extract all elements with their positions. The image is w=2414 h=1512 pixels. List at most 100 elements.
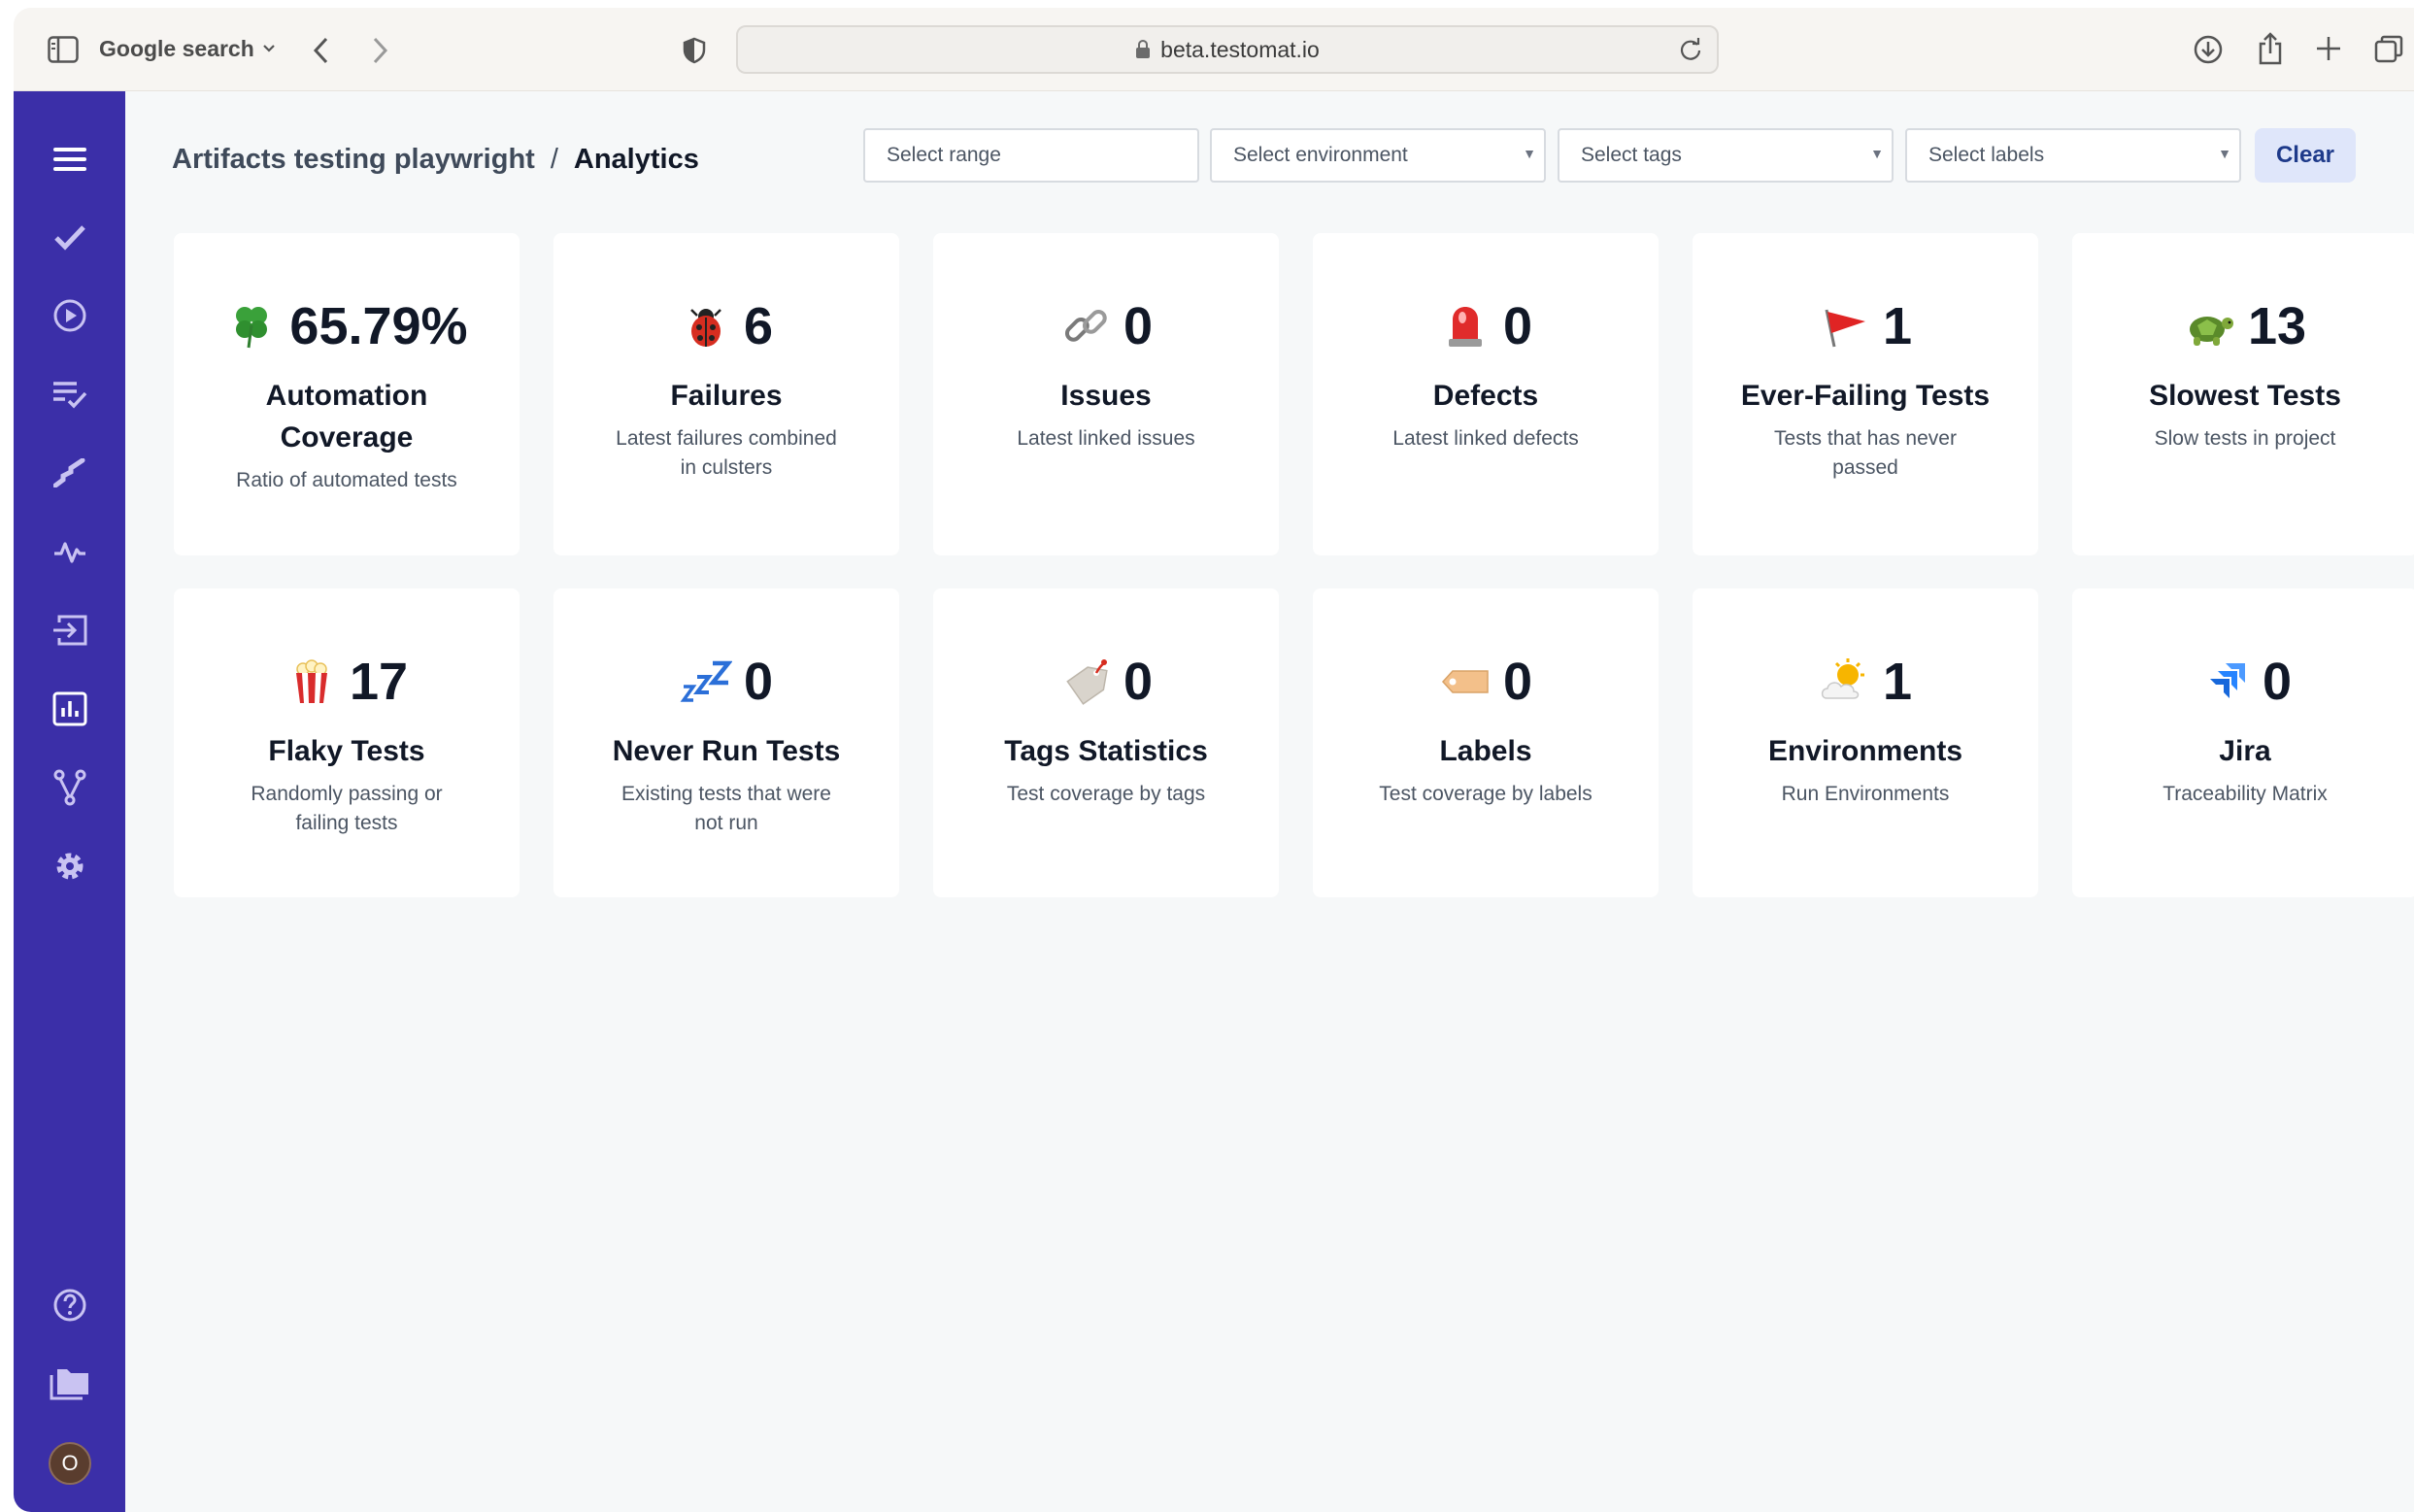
card-value: 65.79% [289, 297, 468, 355]
forward-icon[interactable] [363, 31, 396, 70]
card-failures[interactable]: 6 Failures Latest failures combined in c… [553, 233, 899, 555]
card-automation-coverage[interactable]: 65.79% Automation Coverage Ratio of auto… [174, 233, 520, 555]
projects-folder-icon[interactable] [49, 1362, 91, 1405]
card-description: Test coverage by tags [1006, 783, 1206, 805]
card-title: Never Run Tests [612, 735, 841, 767]
browser-toolbar: Google search beta.testomat.io [14, 8, 2414, 91]
link-icon [1059, 300, 1112, 353]
address-bar[interactable]: beta.testomat.io [736, 25, 1719, 74]
search-engine-label: Google search [99, 35, 254, 61]
label-icon [1439, 655, 1492, 708]
tags-select[interactable]: Select tags ▼ [1558, 128, 1894, 183]
card-value: 0 [1123, 297, 1154, 355]
card-defects[interactable]: 0 Defects Latest linked defects [1313, 233, 1659, 555]
import-icon[interactable] [49, 609, 91, 652]
card-labels[interactable]: 0 Labels Test coverage by labels [1313, 588, 1659, 897]
card-ever-failing-tests[interactable]: 1 Ever-Failing Tests Tests that has neve… [1693, 233, 2038, 555]
tag-icon [1059, 655, 1112, 708]
card-description: Traceability Matrix [2163, 783, 2328, 805]
plans-list-check-icon[interactable] [49, 373, 91, 416]
card-description: Run Environments [1781, 783, 1950, 805]
card-value: 13 [2247, 297, 2307, 355]
sidebar-toggle-icon[interactable] [47, 33, 80, 66]
user-avatar[interactable]: O [49, 1442, 91, 1485]
runs-play-icon[interactable] [49, 294, 91, 337]
card-title: Ever-Failing Tests [1740, 380, 1991, 412]
chevron-down-icon [263, 45, 275, 52]
card-jira[interactable]: 0 Jira Traceability Matrix [2072, 588, 2414, 897]
clear-button[interactable]: Clear [2255, 128, 2356, 183]
card-value: 17 [349, 653, 409, 711]
card-description: Latest failures combined in culsters [616, 427, 837, 479]
caret-down-icon: ▼ [2218, 146, 2231, 161]
card-description: Latest linked defects [1392, 427, 1579, 450]
card-title: Slowest Tests [2149, 380, 2341, 412]
branches-icon[interactable] [49, 766, 91, 809]
download-icon[interactable] [2191, 31, 2226, 68]
labels-select[interactable]: Select labels ▼ [1905, 128, 2241, 183]
main-content: Artifacts testing playwright / Analytics… [125, 91, 2414, 1512]
browser-window: Google search beta.testomat.io O Artifac… [14, 8, 2414, 1512]
labels-placeholder: Select labels [1928, 144, 2045, 166]
card-slowest-tests[interactable]: 13 Slowest Tests Slow tests in project [2072, 233, 2414, 555]
hamburger-menu-icon[interactable] [49, 138, 91, 181]
range-select[interactable]: Select range [863, 128, 1199, 183]
card-tags-statistics[interactable]: 0 Tags Statistics Test coverage by tags [933, 588, 1279, 897]
jira-icon [2198, 655, 2251, 708]
card-title: Automation Coverage [265, 380, 428, 454]
tab-overview-icon[interactable] [2371, 31, 2406, 68]
card-title: Issues [1060, 380, 1152, 412]
pulse-icon[interactable] [49, 530, 91, 573]
card-title: Defects [1432, 380, 1539, 412]
card-description: Ratio of automated tests [236, 469, 457, 491]
card-description: Randomly passing or failing tests [251, 783, 443, 834]
card-title: Labels [1439, 735, 1532, 767]
card-never-run-tests[interactable]: 0 Never Run Tests Existing tests that we… [553, 588, 899, 897]
share-icon[interactable] [2253, 29, 2288, 68]
zzz-icon [680, 655, 732, 708]
card-title: Tags Statistics [1004, 735, 1208, 767]
card-description: Slow tests in project [2154, 427, 2336, 450]
lock-icon [1136, 40, 1151, 58]
tests-checkmark-icon[interactable] [49, 216, 91, 258]
environment-select[interactable]: Select environment ▼ [1210, 128, 1546, 183]
new-tab-icon[interactable] [2311, 29, 2346, 68]
caret-down-icon: ▼ [1523, 146, 1536, 161]
breadcrumb-project[interactable]: Artifacts testing playwright [172, 144, 535, 176]
four-leaf-clover-icon [225, 300, 278, 353]
card-flaky-tests[interactable]: 17 Flaky Tests Randomly passing or faili… [174, 588, 520, 897]
card-value: 0 [1502, 297, 1533, 355]
card-title: Flaky Tests [268, 735, 425, 767]
card-description: Existing tests that were not run [621, 783, 831, 834]
card-title: Environments [1767, 735, 1963, 767]
card-description: Tests that has never passed [1774, 427, 1957, 479]
app-sidebar: O [14, 91, 125, 1512]
search-engine-menu[interactable]: Google search [99, 29, 276, 68]
card-value: 0 [1502, 653, 1533, 711]
back-icon[interactable] [305, 31, 338, 70]
privacy-shield-icon[interactable] [680, 35, 709, 66]
card-value: 1 [1882, 653, 1913, 711]
card-value: 0 [1123, 653, 1154, 711]
lady-beetle-icon [680, 300, 732, 353]
help-icon[interactable] [49, 1284, 91, 1327]
tags-placeholder: Select tags [1581, 144, 1682, 166]
page-title: Analytics [573, 144, 699, 175]
steps-icon[interactable] [49, 452, 91, 494]
card-value: 6 [743, 297, 774, 355]
reload-icon[interactable] [1678, 37, 1703, 62]
analytics-chart-icon[interactable] [49, 688, 91, 730]
card-value: 0 [2262, 653, 2293, 711]
breadcrumb: Artifacts testing playwright / Analytics [172, 144, 699, 176]
breadcrumb-separator: / [550, 144, 558, 175]
settings-gear-icon[interactable] [49, 845, 91, 888]
popcorn-icon [285, 655, 338, 708]
card-title: Failures [670, 380, 783, 412]
card-description: Test coverage by labels [1379, 783, 1593, 805]
url-text: beta.testomat.io [1160, 36, 1320, 62]
caret-down-icon: ▼ [1870, 146, 1884, 161]
card-issues[interactable]: 0 Issues Latest linked issues [933, 233, 1279, 555]
turtle-icon [2184, 300, 2236, 353]
card-description: Latest linked issues [1017, 427, 1195, 450]
card-environments[interactable]: 1 Environments Run Environments [1693, 588, 2038, 897]
